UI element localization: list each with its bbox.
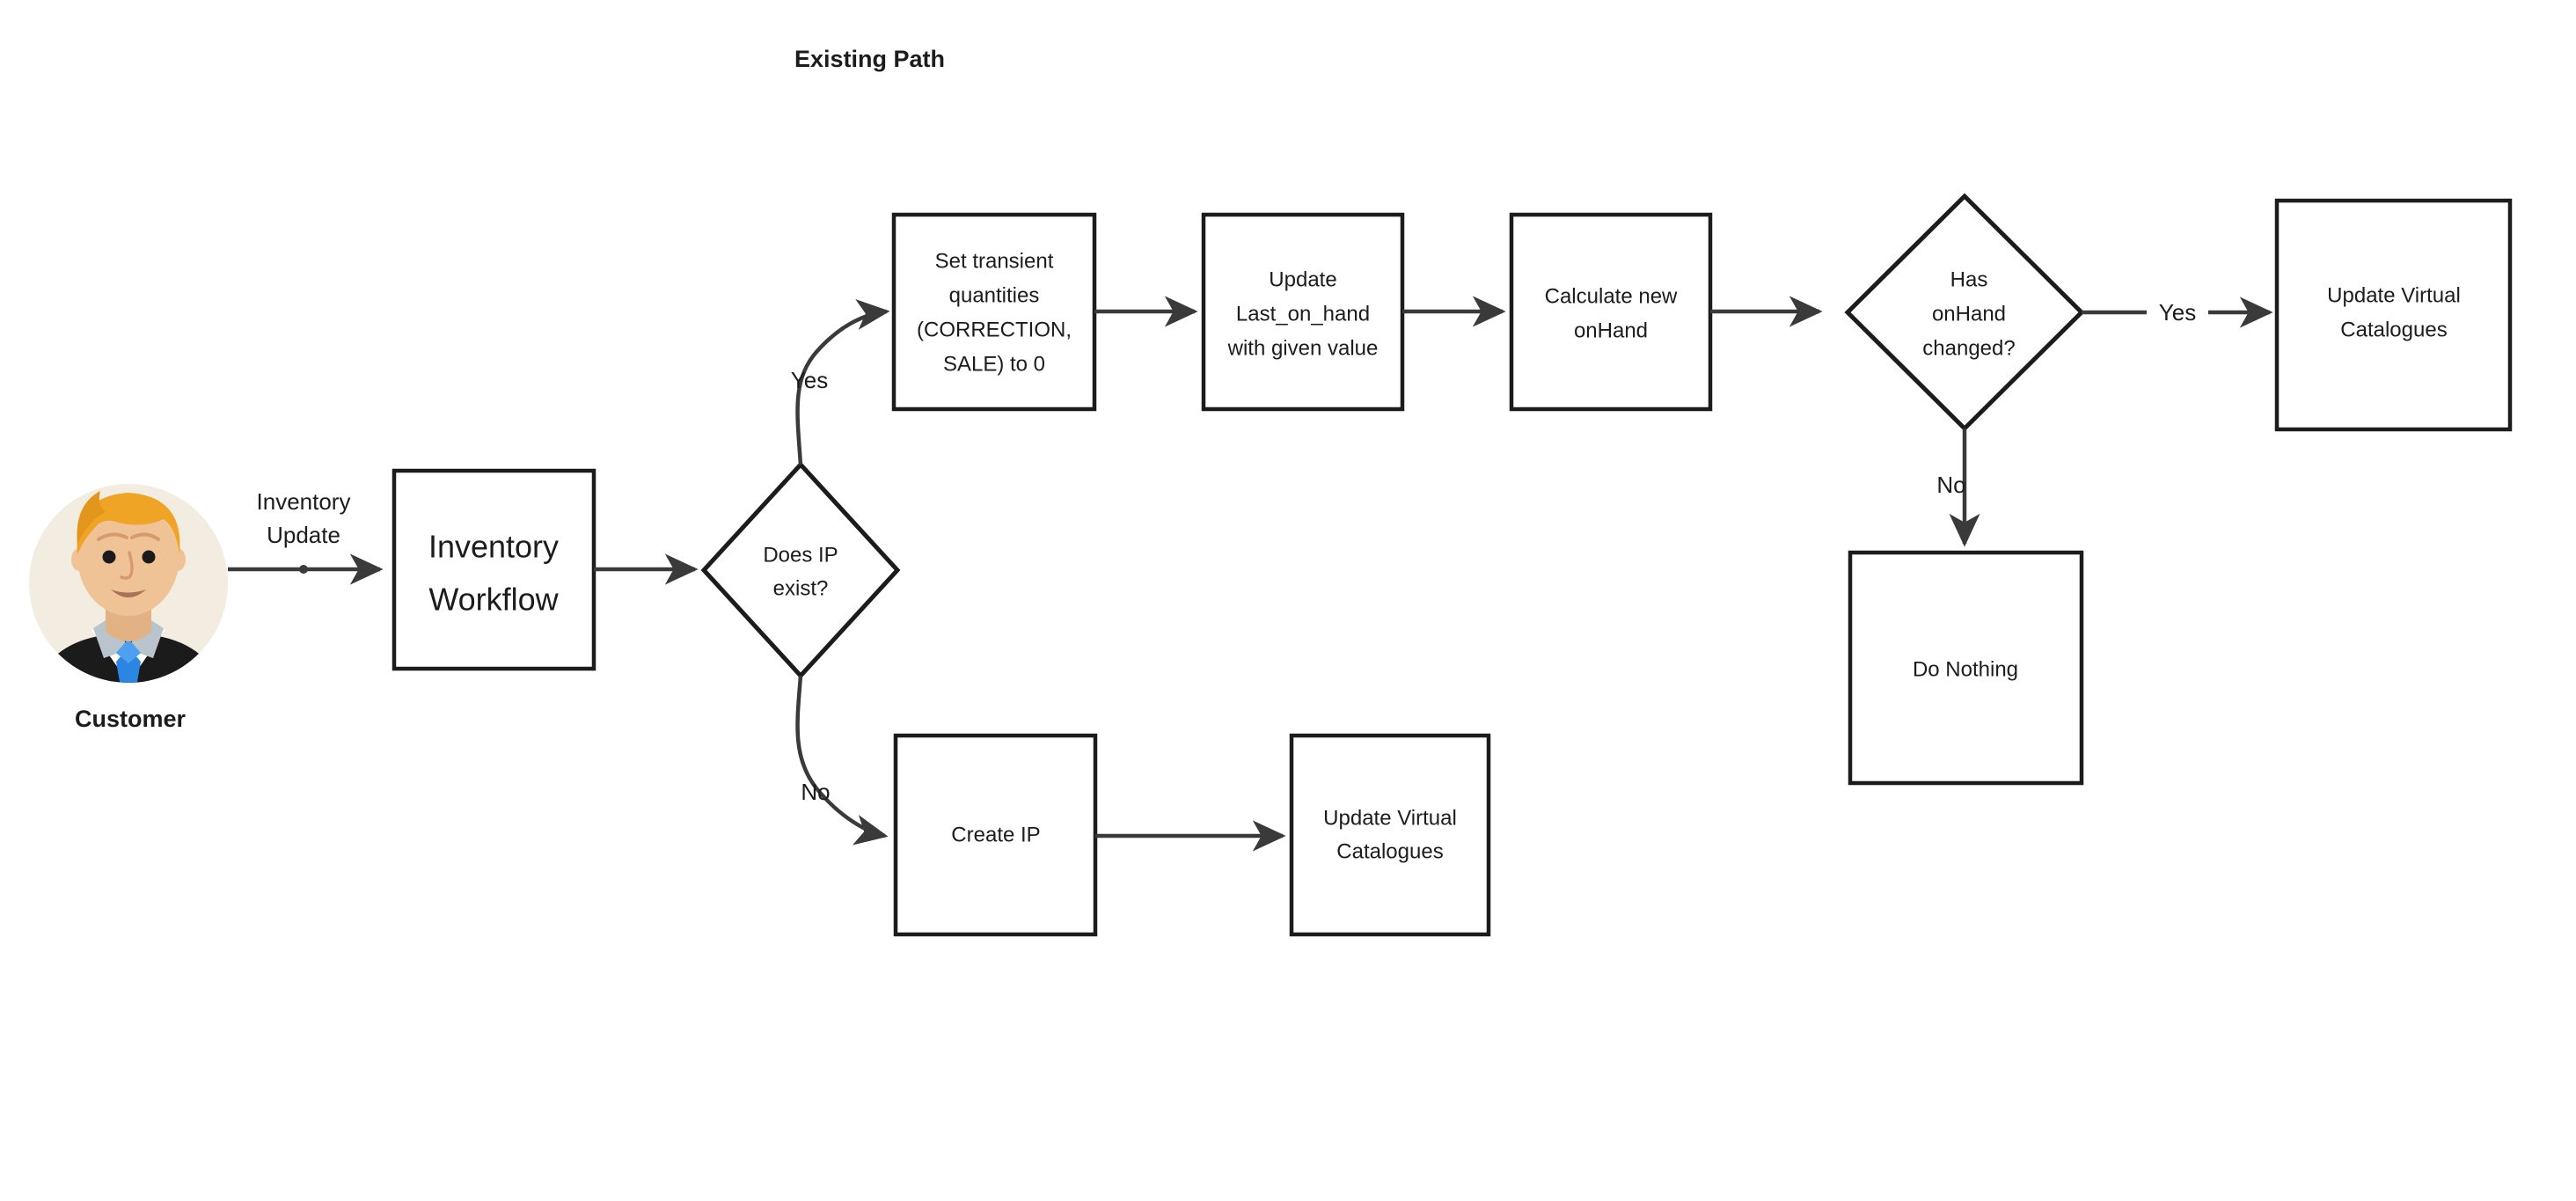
node-update-virtual-catalogues-top[interactable]: Update Virtual Catalogues	[2274, 198, 2513, 432]
node-does-ip-exist[interactable]: Does IP exist?	[700, 461, 901, 679]
edge-label-inventory-update-line2: Update	[267, 522, 340, 548]
avatar-label: Customer	[75, 706, 187, 732]
edge-label-onhand-no: No	[1936, 472, 1965, 498]
node-set-transient-line3: (CORRECTION,	[917, 318, 1072, 341]
edge-has-onhand-yes: Yes	[2082, 297, 2273, 328]
node-inventory-workflow-line1: Inventory	[428, 529, 559, 565]
edge-does-ip-exist-no: No	[795, 675, 889, 846]
node-has-onhand-line2: onHand	[1932, 302, 2006, 326]
node-create-ip-label: Create IP	[951, 823, 1040, 846]
node-set-transient-line2: quantities	[949, 283, 1040, 307]
edge-has-onhand-no: No	[1936, 428, 1980, 547]
node-uvc-bottom-line1: Update Virtual	[1323, 806, 1457, 830]
node-do-nothing[interactable]: Do Nothing	[1848, 550, 2084, 786]
node-do-nothing-label: Do Nothing	[1913, 657, 2018, 681]
node-inventory-workflow[interactable]: Inventory Workflow	[392, 468, 596, 671]
edge-label-ip-no: No	[801, 779, 830, 805]
avatar: Customer	[29, 484, 228, 732]
node-create-ip[interactable]: Create IP	[893, 733, 1098, 937]
node-has-onhand-changed[interactable]: Has onHand changed?	[1844, 193, 2085, 432]
flowchart-svg: Existing Path Customer Inventory Update …	[29, 46, 2513, 937]
node-update-last-line3: with given value	[1227, 336, 1379, 360]
edge-customer-to-inventory-workflow: Inventory Update	[228, 488, 384, 585]
node-update-last-line1: Update	[1269, 267, 1336, 291]
node-calculate-onhand-line2: onHand	[1574, 319, 1648, 342]
node-has-onhand-line1: Has	[1950, 267, 1988, 291]
node-update-last-line2: Last_on_hand	[1236, 302, 1370, 326]
node-has-onhand-line3: changed?	[1922, 336, 2015, 360]
edge-does-ip-exist-yes: Yes	[791, 298, 890, 465]
node-uvc-top-line1: Update Virtual	[2327, 283, 2461, 307]
node-uvc-top-line2: Catalogues	[2340, 318, 2447, 341]
node-does-ip-exist-line1: Does IP	[763, 543, 838, 567]
node-update-virtual-catalogues-bottom[interactable]: Update Virtual Catalogues	[1289, 733, 1491, 937]
node-uvc-bottom-line2: Catalogues	[1336, 839, 1443, 863]
edge-label-onhand-yes: Yes	[2159, 299, 2196, 326]
node-set-transient-line1: Set transient	[935, 249, 1054, 273]
page-title: Existing Path	[794, 46, 945, 72]
node-does-ip-exist-line2: exist?	[773, 576, 829, 600]
node-inventory-workflow-line2: Workflow	[428, 582, 559, 618]
node-calculate-new-onhand[interactable]: Calculate new onHand	[1509, 212, 1713, 412]
node-set-transient-line4: SALE) to 0	[943, 352, 1045, 376]
flowchart-canvas: Existing Path Customer Inventory Update …	[0, 0, 2576, 1201]
node-calculate-onhand-line1: Calculate new	[1545, 284, 1678, 308]
edge-label-ip-yes: Yes	[791, 367, 828, 393]
node-update-last-on-hand[interactable]: Update Last_on_hand with given value	[1201, 212, 1405, 412]
node-set-transient-quantities[interactable]: Set transient quantities (CORRECTION, SA…	[891, 212, 1097, 412]
edge-label-inventory-update-line1: Inventory	[257, 488, 351, 515]
